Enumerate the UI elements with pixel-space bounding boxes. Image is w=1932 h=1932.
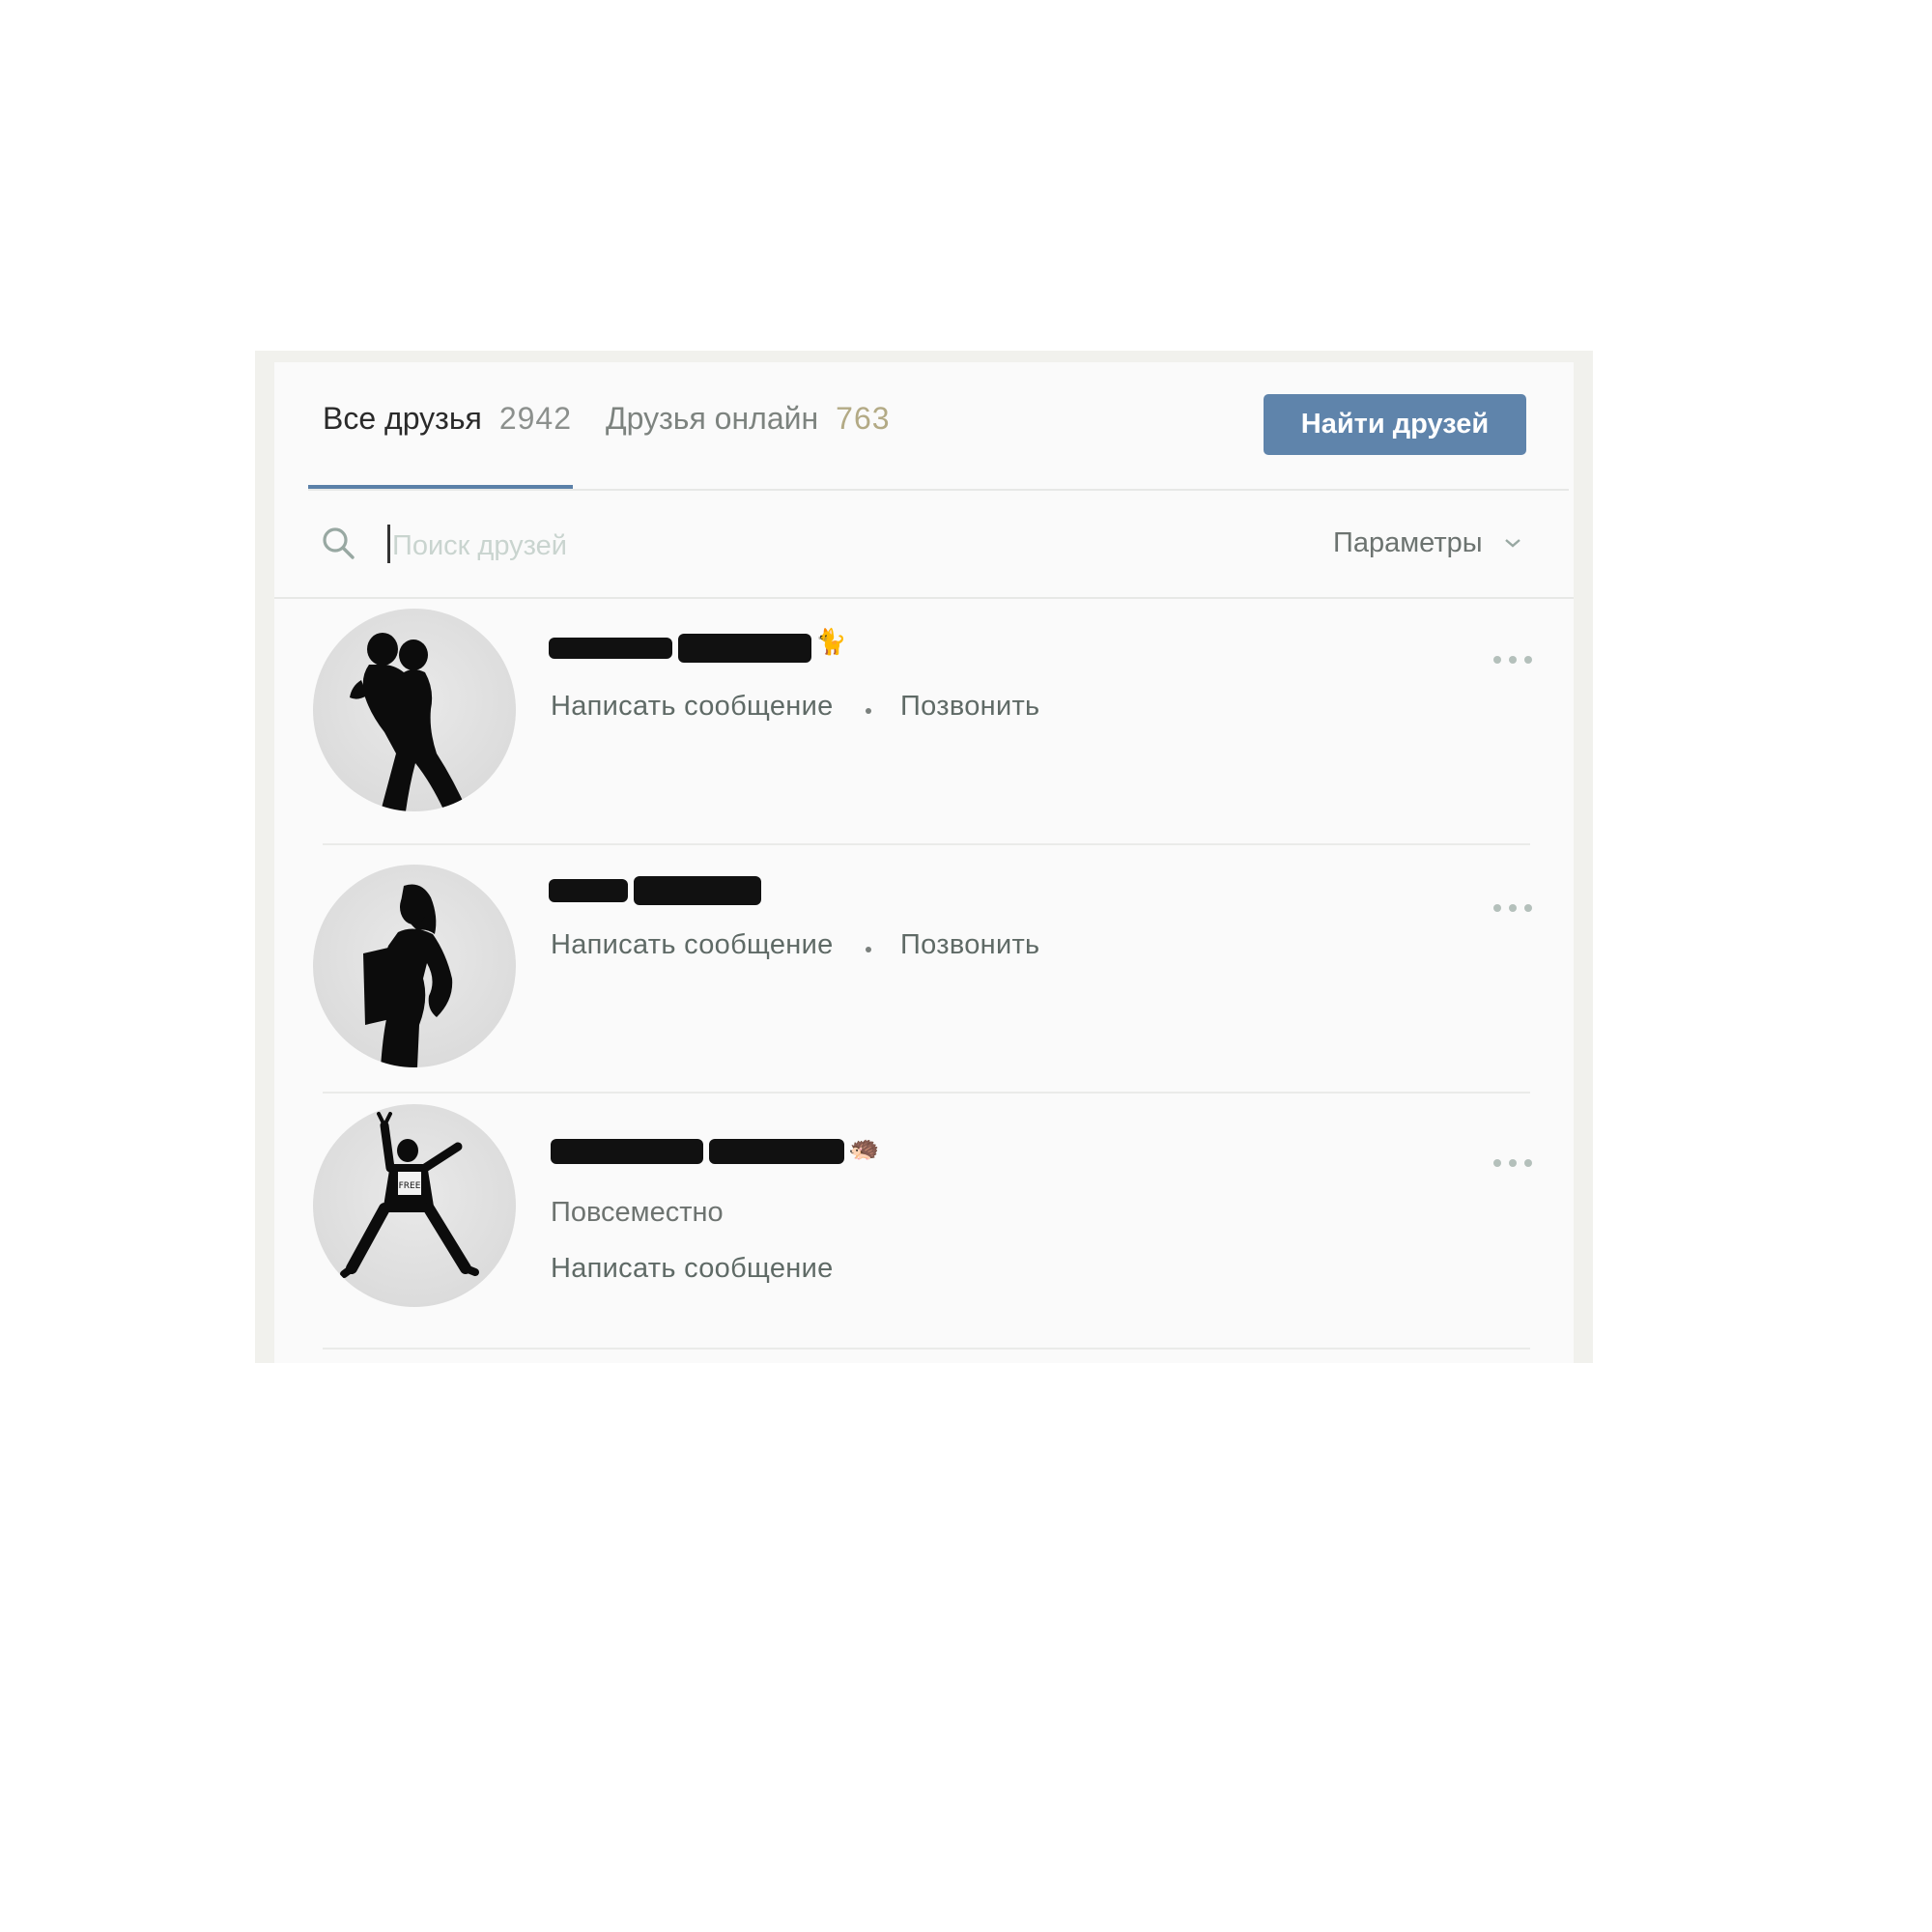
write-message-link[interactable]: Написать сообщение: [551, 691, 834, 723]
search-friends-input[interactable]: [390, 518, 935, 574]
tab-friends-online-label: Друзья онлайн: [606, 401, 819, 436]
friends-panel: Все друзья 2942 Друзья онлайн 763 Найти др…: [274, 362, 1574, 1363]
hedgehog-emoji: 🦔: [848, 1133, 880, 1162]
separator-dot: [866, 708, 871, 714]
more-options-icon[interactable]: [1493, 899, 1542, 912]
friend-row: Написать сообщение Позвонить: [274, 855, 1574, 1101]
tab-friends-online[interactable]: Друзья онлайн 763: [606, 401, 891, 437]
tab-all-friends-count: 2942: [498, 401, 572, 436]
friends-frame: Все друзья 2942 Друзья онлайн 763 Найти др…: [255, 351, 1593, 1363]
redacted-name[interactable]: [549, 638, 672, 659]
redacted-name[interactable]: [549, 879, 628, 902]
couple-silhouette-icon: [350, 633, 468, 811]
row-divider: [323, 1092, 1530, 1094]
avatar[interactable]: [313, 609, 516, 811]
redacted-name[interactable]: [709, 1139, 844, 1164]
row-divider: [323, 843, 1530, 845]
woman-silhouette-icon: [363, 884, 453, 1067]
friends-tabs: Все друзья 2942 Друзья онлайн 763 Найти др…: [274, 362, 1574, 490]
avatar-print-text: FREE: [399, 1181, 421, 1191]
avatar[interactable]: FREE: [313, 1104, 516, 1307]
write-message-link[interactable]: Написать сообщение: [551, 1253, 834, 1285]
cat-emoji: 🐈: [815, 627, 847, 656]
friend-row: 🐈 Написать сообщение Позвонить: [274, 609, 1574, 855]
call-link[interactable]: Позвонить: [900, 929, 1039, 961]
tab-all-friends[interactable]: Все друзья 2942: [323, 401, 572, 437]
parameters-dropdown[interactable]: Параметры: [1333, 527, 1483, 559]
find-friends-button[interactable]: Найти друзей: [1264, 394, 1526, 455]
tab-friends-online-count: 763: [836, 401, 891, 436]
more-options-icon[interactable]: [1493, 1154, 1542, 1167]
separator-dot: [866, 947, 871, 952]
redacted-name[interactable]: [634, 876, 761, 905]
row-divider: [323, 1348, 1530, 1350]
redacted-name[interactable]: [678, 634, 811, 663]
search-row: Параметры: [274, 491, 1574, 597]
search-icon: [323, 527, 355, 559]
tab-all-friends-label: Все друзья: [323, 401, 482, 436]
search-divider: [274, 597, 1574, 599]
status-text: Повсеместно: [551, 1197, 724, 1228]
avatar[interactable]: [313, 865, 516, 1067]
call-link[interactable]: Позвонить: [900, 691, 1039, 723]
write-message-link[interactable]: Написать сообщение: [551, 929, 834, 961]
more-options-icon[interactable]: [1493, 651, 1542, 664]
friend-row: FREE 🦔 Повсеместно Написать сообщение: [274, 1104, 1574, 1350]
jumping-man-silhouette-icon: FREE: [340, 1112, 479, 1278]
chevron-down-icon[interactable]: [1503, 533, 1522, 553]
redacted-name[interactable]: [551, 1139, 703, 1164]
